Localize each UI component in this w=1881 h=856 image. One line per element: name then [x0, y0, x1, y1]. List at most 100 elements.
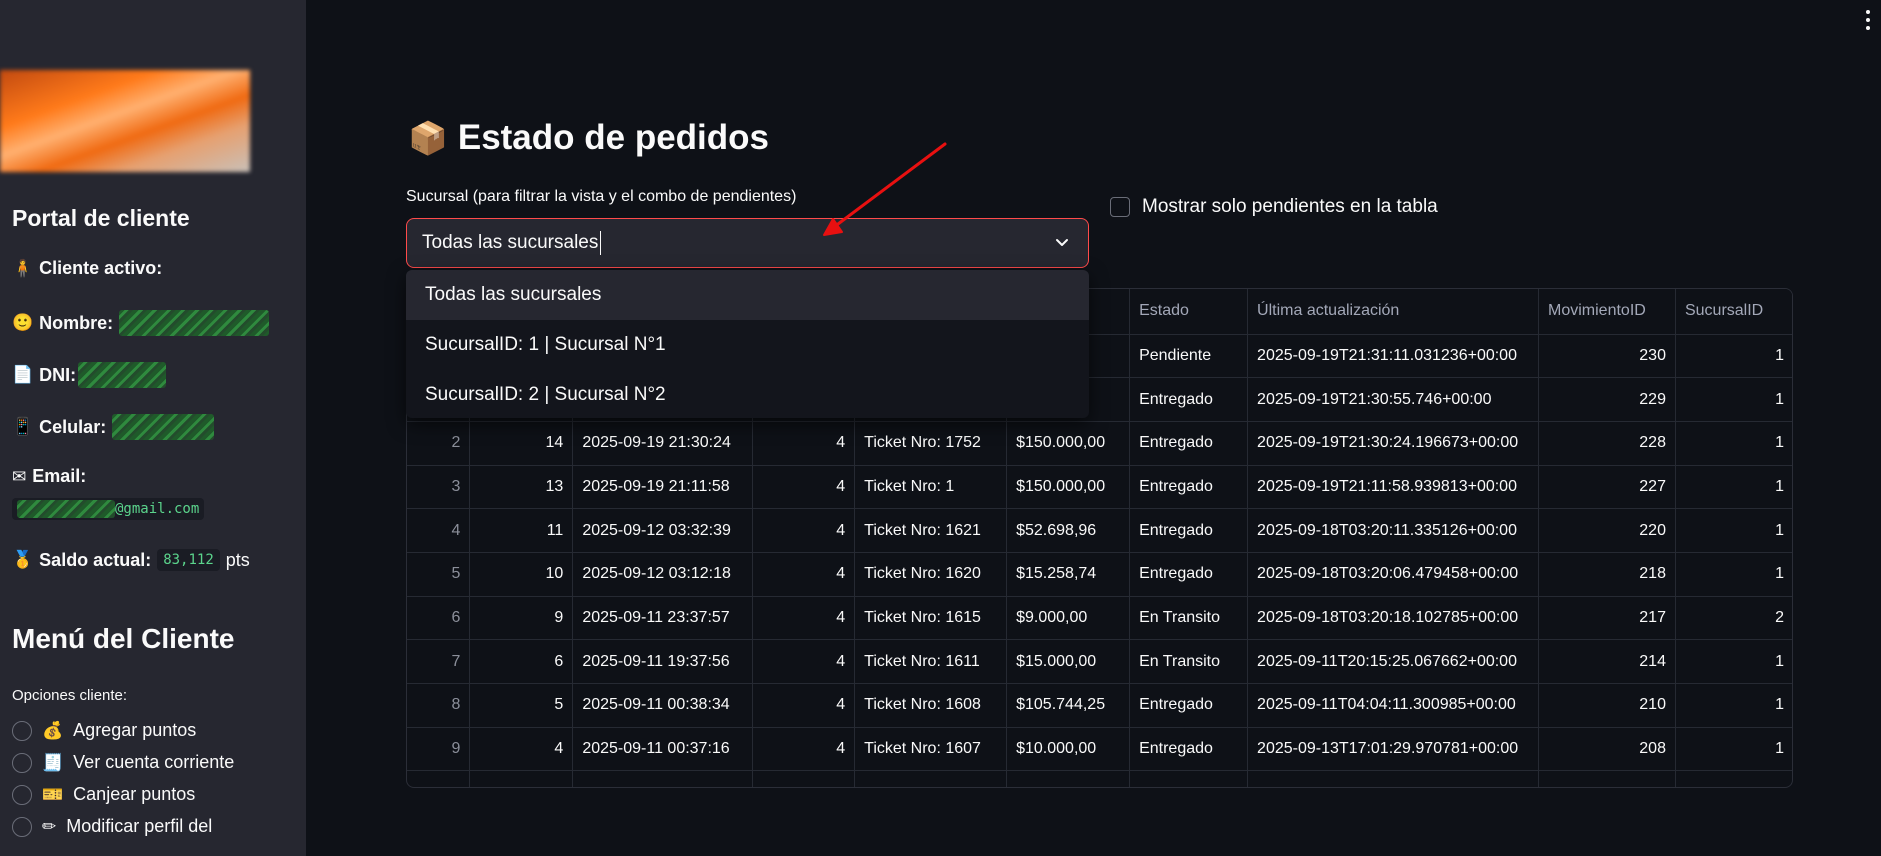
table-cell[interactable]: 1 [1675, 334, 1792, 379]
table-cell[interactable]: 4 [752, 727, 856, 772]
table-cell[interactable]: Ticket Nro: 1621 [854, 508, 1008, 553]
table-cell[interactable]: 2025-09-19 21:30:24 [572, 421, 754, 466]
table-cell[interactable]: 228 [1538, 421, 1676, 466]
table-cell[interactable]: En Transito [1129, 596, 1249, 641]
table-cell[interactable]: $105.744,25 [1006, 683, 1131, 728]
table-cell[interactable]: Pendiente [1129, 334, 1249, 379]
table-cell[interactable]: 14 [469, 421, 574, 466]
table-cell[interactable] [854, 770, 1008, 787]
table-cell[interactable]: $15.258,74 [1006, 552, 1131, 597]
table-cell[interactable]: 220 [1538, 508, 1676, 553]
table-row[interactable]: 9 4 2025-09-11 00:37:16 4 Ticket Nro: 1607 $1… [407, 727, 1792, 772]
table-cell[interactable] [572, 770, 754, 787]
sucursal-select[interactable]: Todas las sucursales [406, 218, 1089, 268]
menu-item-canjear[interactable]: 🎫 Canjear puntos [12, 784, 195, 805]
table-cell[interactable]: 2025-09-19T21:11:58.939813+00:00 [1247, 465, 1540, 510]
radio-button[interactable] [12, 752, 32, 773]
table-cell[interactable]: 5 [407, 552, 471, 597]
column-header-sucursalid[interactable]: SucursalID [1675, 289, 1792, 335]
dropdown-option-sucursal-2[interactable]: SucursalID: 2 | Sucursal N°2 [406, 370, 1089, 418]
table-cell[interactable]: 1 [1675, 683, 1792, 728]
table-cell[interactable]: 2025-09-11 00:38:34 [572, 683, 754, 728]
table-cell[interactable]: 2025-09-12 03:12:18 [572, 552, 754, 597]
table-row[interactable]: 5 10 2025-09-12 03:12:18 4 Ticket Nro: 1620 $… [407, 552, 1792, 597]
table-cell[interactable]: 2025-09-12 03:32:39 [572, 508, 754, 553]
table-cell[interactable]: 214 [1538, 639, 1676, 684]
table-cell[interactable]: 1 [1675, 465, 1792, 510]
menu-item-agregar-puntos[interactable]: 💰 Agregar puntos [12, 720, 196, 741]
table-row[interactable]: 7 6 2025-09-11 19:37:56 4 Ticket Nro: 1611 $1… [407, 639, 1792, 684]
chevron-down-icon[interactable] [1054, 234, 1070, 250]
table-cell[interactable]: Ticket Nro: 1615 [854, 596, 1008, 641]
table-row[interactable]: 4 11 2025-09-12 03:32:39 4 Ticket Nro: 1621 $… [407, 508, 1792, 553]
radio-button[interactable] [12, 720, 32, 741]
table-cell[interactable]: 2025-09-11 00:37:16 [572, 727, 754, 772]
table-cell[interactable]: Entregado [1129, 421, 1249, 466]
table-cell[interactable]: 2 [407, 421, 471, 466]
table-cell[interactable] [1538, 770, 1676, 787]
table-cell[interactable]: 2025-09-18T03:20:11.335126+00:00 [1247, 508, 1540, 553]
table-cell[interactable] [1675, 770, 1792, 787]
table-cell[interactable]: 2025-09-18T03:20:18.102785+00:00 [1247, 596, 1540, 641]
radio-button[interactable] [12, 816, 32, 837]
table-cell[interactable]: 2025-09-11 19:37:56 [572, 639, 754, 684]
table-cell[interactable]: Entregado [1129, 727, 1249, 772]
table-cell[interactable]: Entregado [1129, 552, 1249, 597]
table-cell[interactable]: 229 [1538, 377, 1676, 422]
table-cell[interactable] [1129, 770, 1249, 787]
table-cell[interactable]: $150.000,00 [1006, 421, 1131, 466]
table-cell[interactable] [1006, 770, 1131, 787]
table-cell[interactable]: Ticket Nro: 1611 [854, 639, 1008, 684]
column-header-movimientoid[interactable]: MovimientoID [1538, 289, 1676, 335]
table-cell[interactable]: $15.000,00 [1006, 639, 1131, 684]
table-cell[interactable]: 11 [469, 508, 574, 553]
table-cell[interactable]: Ticket Nro: 1 [854, 465, 1008, 510]
table-cell[interactable]: $10.000,00 [1006, 727, 1131, 772]
table-cell[interactable]: 4 [752, 596, 856, 641]
pendientes-checkbox[interactable] [1110, 197, 1130, 217]
table-cell[interactable]: 1 [1675, 639, 1792, 684]
table-cell[interactable]: 217 [1538, 596, 1676, 641]
table-cell[interactable]: 2025-09-19T21:30:55.746+00:00 [1247, 377, 1540, 422]
table-cell[interactable]: Entregado [1129, 377, 1249, 422]
table-cell[interactable]: 9 [469, 596, 574, 641]
table-cell[interactable]: Ticket Nro: 1608 [854, 683, 1008, 728]
table-cell[interactable]: 6 [469, 639, 574, 684]
sucursal-dropdown[interactable]: Todas las sucursales SucursalID: 1 | Suc… [406, 270, 1089, 418]
table-cell[interactable]: 2025-09-19T21:30:24.196673+00:00 [1247, 421, 1540, 466]
table-cell[interactable] [407, 770, 471, 787]
table-cell[interactable]: Ticket Nro: 1620 [854, 552, 1008, 597]
table-cell[interactable]: 9 [407, 727, 471, 772]
table-cell[interactable]: 227 [1538, 465, 1676, 510]
table-cell[interactable]: 4 [752, 552, 856, 597]
table-cell[interactable]: 8 [407, 683, 471, 728]
table-cell[interactable] [1247, 770, 1540, 787]
column-header-ultima-actualizacion[interactable]: Última actualización [1247, 289, 1540, 335]
table-cell[interactable]: 1 [1675, 508, 1792, 553]
column-header-estado[interactable]: Estado [1129, 289, 1249, 335]
table-cell[interactable]: 2025-09-19T21:31:11.031236+00:00 [1247, 334, 1540, 379]
table-cell[interactable]: 208 [1538, 727, 1676, 772]
table-cell[interactable]: 4 [752, 465, 856, 510]
table-cell[interactable]: 5 [469, 683, 574, 728]
table-cell[interactable]: 2025-09-11 23:37:57 [572, 596, 754, 641]
table-cell[interactable]: 218 [1538, 552, 1676, 597]
kebab-menu-icon[interactable] [1865, 10, 1871, 30]
table-cell[interactable]: 4 [469, 727, 574, 772]
dropdown-option-sucursal-1[interactable]: SucursalID: 1 | Sucursal N°1 [406, 320, 1089, 370]
table-cell[interactable]: Entregado [1129, 508, 1249, 553]
table-cell[interactable]: 4 [752, 683, 856, 728]
table-row[interactable]: 6 9 2025-09-11 23:37:57 4 Ticket Nro: 1615 $9… [407, 596, 1792, 641]
table-cell[interactable]: 2025-09-18T03:20:06.479458+00:00 [1247, 552, 1540, 597]
table-cell[interactable]: 1 [1675, 727, 1792, 772]
table-cell[interactable]: $150.000,00 [1006, 465, 1131, 510]
table-row[interactable]: 2 14 2025-09-19 21:30:24 4 Ticket Nro: 1752 $… [407, 421, 1792, 466]
table-cell[interactable]: 4 [752, 508, 856, 553]
table-cell[interactable]: 4 [407, 508, 471, 553]
table-cell[interactable]: 4 [752, 639, 856, 684]
table-cell[interactable]: 1 [1675, 552, 1792, 597]
table-cell[interactable]: 7 [407, 639, 471, 684]
table-row[interactable]: 8 5 2025-09-11 00:38:34 4 Ticket Nro: 1608 $1… [407, 683, 1792, 728]
table-cell[interactable]: 6 [407, 596, 471, 641]
table-cell[interactable]: 4 [752, 421, 856, 466]
